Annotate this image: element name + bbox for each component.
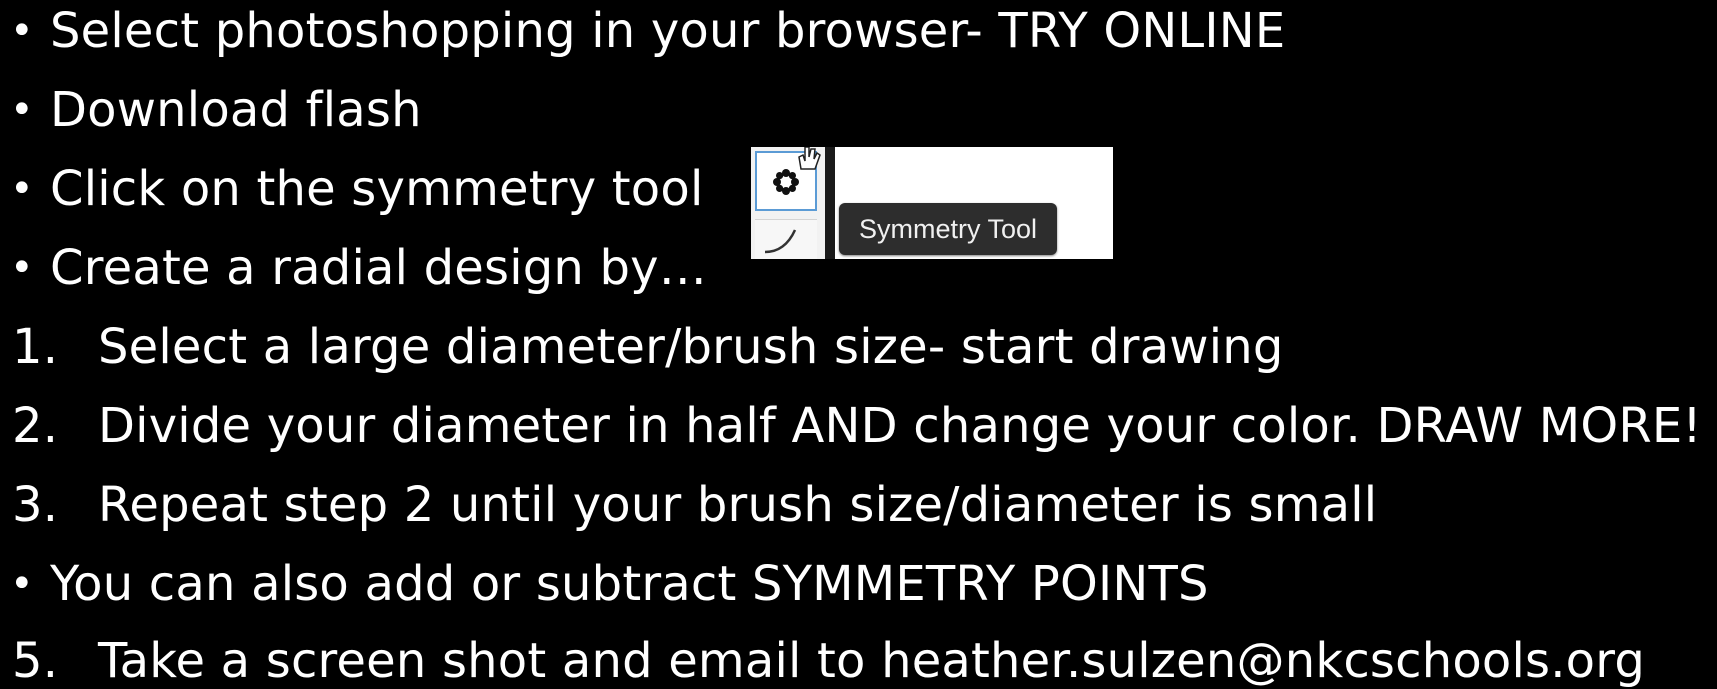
symmetry-flower-icon: [773, 169, 799, 195]
bullet-marker: •: [10, 166, 34, 212]
bullet-marker: •: [10, 245, 34, 291]
symmetry-tool-screenshot: Symmetry Tool: [751, 147, 1113, 259]
number-marker: 3.: [12, 477, 59, 533]
bullet-marker: •: [10, 561, 34, 607]
number-marker: 1.: [12, 319, 59, 375]
number-marker: 2.: [12, 398, 59, 454]
toolbar-strip: [751, 147, 826, 259]
number-marker: 5.: [12, 633, 59, 689]
line-text: Click on the symmetry tool: [50, 161, 704, 217]
slide: • Select photoshopping in your browser- …: [0, 0, 1717, 689]
toolbar-divider: [825, 147, 835, 259]
line-text: Take a screen shot and email to heather.…: [98, 633, 1646, 689]
line-text: Create a radial design by…: [50, 240, 707, 296]
line-text: Divide your diameter in half AND change …: [98, 398, 1702, 454]
line-text: Repeat step 2 until your brush size/diam…: [98, 477, 1378, 533]
line-text: Download flash: [50, 82, 422, 138]
line-text: Select photoshopping in your browser- TR…: [50, 3, 1286, 59]
bullet-marker: •: [10, 87, 34, 133]
line-text: Select a large diameter/brush size- star…: [98, 319, 1284, 375]
curve-tool-icon: [764, 229, 797, 254]
next-tool-button[interactable]: [755, 219, 817, 259]
bullet-marker: •: [10, 8, 34, 54]
line-text: You can also add or subtract SYMMETRY PO…: [50, 556, 1209, 612]
hand-cursor-icon: [798, 147, 821, 170]
symmetry-tool-tooltip: Symmetry Tool: [839, 203, 1058, 255]
